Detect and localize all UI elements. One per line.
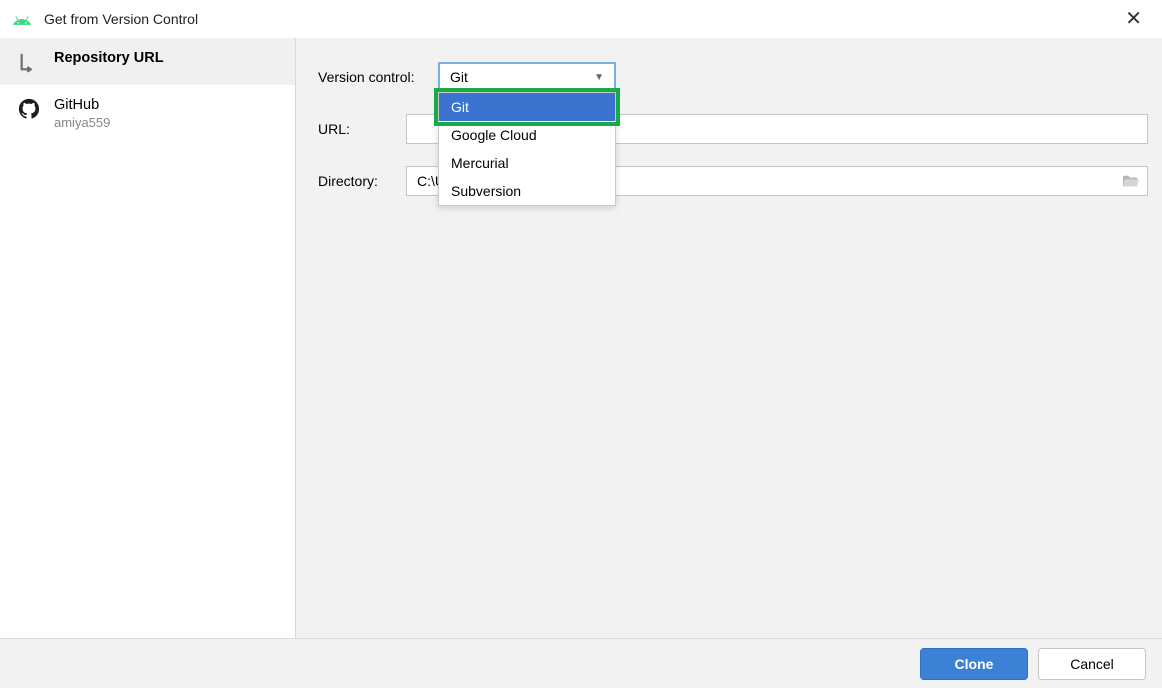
window-title: Get from Version Control: [44, 11, 1117, 27]
folder-icon[interactable]: [1121, 174, 1139, 188]
vcs-label: Version control:: [318, 69, 438, 85]
url-label: URL:: [318, 121, 406, 137]
vcs-dropdown: Git Google Cloud Mercurial Subversion: [438, 92, 616, 206]
sidebar: Repository URL GitHub amiya559: [0, 38, 296, 638]
titlebar: Get from Version Control ✕: [0, 0, 1162, 38]
repo-url-icon: [18, 51, 40, 73]
content-panel: Version control: Git ▼ Git Google Cloud …: [296, 38, 1162, 638]
sidebar-item-sublabel: amiya559: [54, 115, 110, 130]
chevron-down-icon: ▼: [594, 72, 604, 83]
vcs-option-mercurial[interactable]: Mercurial: [439, 149, 615, 177]
vcs-select-wrap: Git ▼ Git Google Cloud Mercurial Subvers…: [438, 62, 616, 92]
sidebar-item-label: Repository URL: [54, 50, 164, 66]
sidebar-item-github[interactable]: GitHub amiya559: [0, 85, 295, 142]
sidebar-item-repository-url[interactable]: Repository URL: [0, 38, 295, 85]
android-icon: [12, 12, 32, 26]
cancel-button[interactable]: Cancel: [1038, 648, 1146, 680]
vcs-option-git[interactable]: Git: [439, 93, 615, 121]
directory-label: Directory:: [318, 173, 406, 189]
vcs-option-subversion[interactable]: Subversion: [439, 177, 615, 205]
clone-button[interactable]: Clone: [920, 648, 1028, 680]
close-icon[interactable]: ✕: [1117, 9, 1150, 29]
github-icon: [18, 98, 40, 120]
vcs-select-value: Git: [450, 69, 468, 85]
vcs-row: Version control: Git ▼ Git Google Cloud …: [318, 62, 1148, 92]
main-area: Repository URL GitHub amiya559 Version c…: [0, 38, 1162, 638]
footer: Clone Cancel: [0, 638, 1162, 688]
vcs-option-google-cloud[interactable]: Google Cloud: [439, 121, 615, 149]
sidebar-item-label: GitHub: [54, 97, 110, 113]
vcs-select[interactable]: Git ▼: [438, 62, 616, 92]
